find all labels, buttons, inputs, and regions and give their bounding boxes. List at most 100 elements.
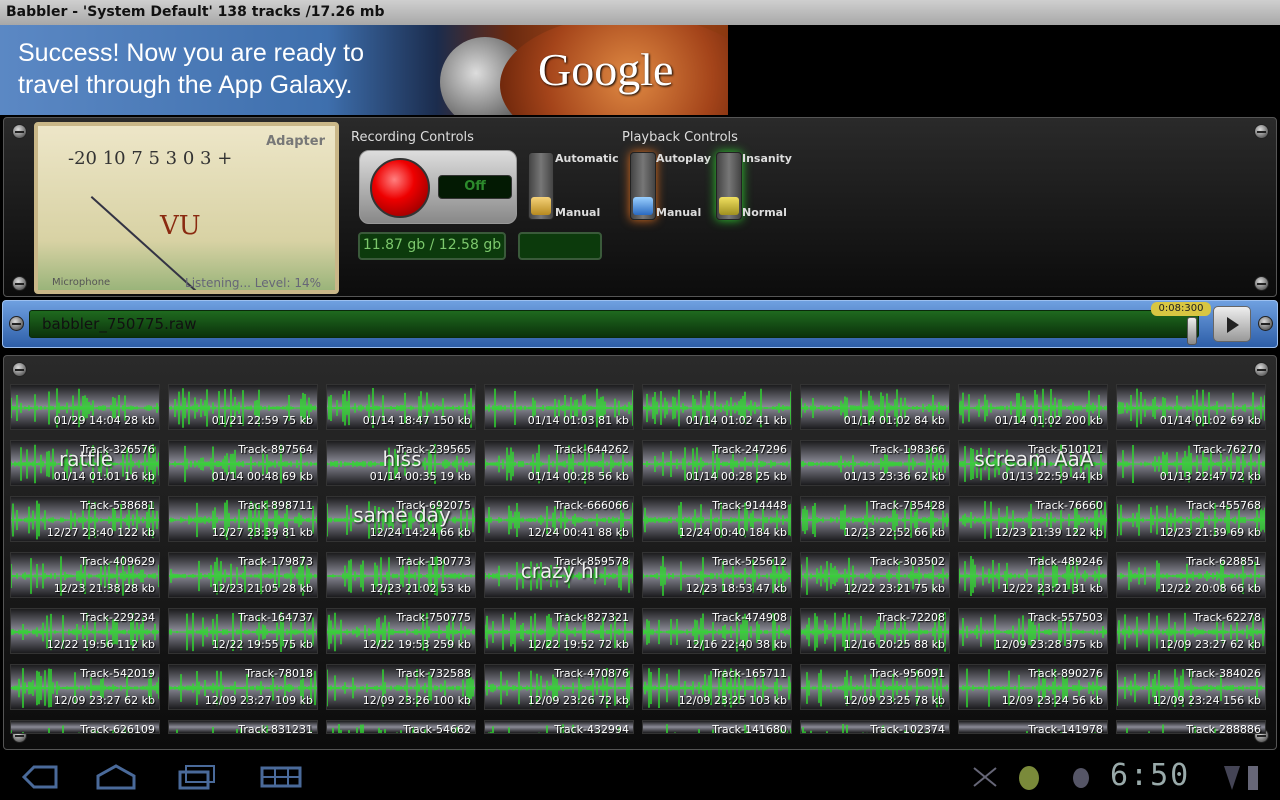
track-tile[interactable]: 01/14 01:02 41 kb (642, 384, 792, 430)
track-tile[interactable]: Track-735428 12/23 22:52 66 kb (800, 496, 950, 542)
track-tile[interactable]: 01/29 14:04 28 kb (10, 384, 160, 430)
track-name: Track-179873 (238, 555, 313, 568)
track-tile[interactable]: Track-474908 12/16 22:40 38 kb (642, 608, 792, 654)
track-name: Track-165711 (712, 667, 787, 680)
track-tile[interactable]: Track-827321 12/22 19:52 72 kb (484, 608, 634, 654)
track-name: Track-130773 (396, 555, 471, 568)
google-logo: Google (538, 44, 674, 95)
automatic-manual-toggle[interactable] (528, 152, 554, 220)
track-meta: 01/14 01:01 16 kb (53, 470, 155, 483)
track-tile[interactable]: Track-914448 12/24 00:40 184 kb (642, 496, 792, 542)
track-tile[interactable]: Track-141680 (642, 720, 792, 734)
track-meta: 01/14 18:47 150 kb (362, 414, 471, 427)
track-tile[interactable]: Track-750775 12/22 19:53 259 kb (326, 608, 476, 654)
track-tile[interactable]: Track-831231 (168, 720, 318, 734)
track-meta: 01/14 00:28 56 kb (527, 470, 629, 483)
toggle-label-manual: Manual (555, 206, 601, 219)
track-meta: 12/23 18:53 47 kb (685, 582, 787, 595)
track-tile[interactable]: Track-164737 12/22 19:55 75 kb (168, 608, 318, 654)
track-tile[interactable]: Track-455768 12/23 21:39 69 kb (1116, 496, 1266, 542)
track-tile[interactable]: Track-247296 01/14 00:28 25 kb (642, 440, 792, 486)
track-tile[interactable]: Track-542019 12/09 23:27 62 kb (10, 664, 160, 710)
track-tile[interactable]: Track-732588 12/09 23:26 100 kb (326, 664, 476, 710)
track-tile[interactable]: Track-141978 (958, 720, 1108, 734)
track-tile[interactable]: Track-644262 01/14 00:28 56 kb (484, 440, 634, 486)
track-meta: 12/09 23:28 375 kb (994, 638, 1103, 651)
ad-banner[interactable]: Success! Now you are ready to travel thr… (0, 25, 728, 115)
track-meta: 12/09 23:27 62 kb (1159, 638, 1261, 651)
track-tile[interactable]: Track-198366 01/13 23:36 62 kb (800, 440, 950, 486)
track-meta: 12/22 20:08 66 kb (1159, 582, 1261, 595)
recent-apps-icon[interactable] (174, 762, 222, 792)
track-grid[interactable]: 01/29 14:04 28 kb 01/21 22:59 75 kb 01/14 … (3, 355, 1277, 750)
track-tile[interactable]: Track-956091 12/09 23:25 78 kb (800, 664, 950, 710)
record-button[interactable] (370, 158, 430, 218)
track-tile[interactable]: Track-179873 12/23 21:05 28 kb (168, 552, 318, 598)
menu-icon[interactable] (258, 762, 306, 792)
screw-icon (1254, 362, 1269, 377)
track-meta: 12/09 23:27 109 kb (204, 694, 313, 707)
track-tile[interactable]: 01/21 22:59 75 kb (168, 384, 318, 430)
track-tile[interactable]: Track-165711 12/09 23:25 103 kb (642, 664, 792, 710)
track-tile[interactable]: Track-409629 12/23 21:38 28 kb (10, 552, 160, 598)
track-tile[interactable]: Track-303502 12/22 23:21 75 kb (800, 552, 950, 598)
track-tile[interactable]: Track-102374 (800, 720, 950, 734)
home-icon[interactable] (92, 762, 140, 792)
insanity-normal-toggle[interactable] (716, 152, 742, 220)
fullscreen-icon[interactable] (968, 762, 1002, 792)
back-icon[interactable] (14, 762, 62, 792)
track-tile[interactable]: Track-326576 01/14 01:01 16 kb rattle (10, 440, 160, 486)
track-meta: 01/13 23:36 62 kb (843, 470, 945, 483)
current-track-filename[interactable]: babbler_750775.raw (29, 310, 1199, 338)
vu-label: VU (160, 211, 201, 241)
track-tile[interactable]: 01/14 01:02 69 kb (1116, 384, 1266, 430)
track-tile[interactable]: Track-239565 01/14 00:35 19 kb hiss (326, 440, 476, 486)
track-meta: 12/09 23:26 100 kb (362, 694, 471, 707)
track-tile[interactable]: Track-62278 12/09 23:27 62 kb (1116, 608, 1266, 654)
track-meta: 12/23 22:52 66 kb (843, 526, 945, 539)
track-tile[interactable]: Track-666066 12/24 00:41 88 kb (484, 496, 634, 542)
track-name: Track-628851 (1186, 555, 1261, 568)
track-tile[interactable]: 01/14 01:02 84 kb (800, 384, 950, 430)
track-label: scream AaA (974, 447, 1094, 471)
track-tile[interactable]: Track-288886 (1116, 720, 1266, 734)
control-panel: -20 10 7 5 3 0 3 + VU Adapter Microphone… (3, 117, 1277, 297)
track-name: Track-384026 (1186, 667, 1261, 680)
track-name: Track-76660 (1035, 499, 1103, 512)
track-tile[interactable]: 01/14 01:02 200 kb (958, 384, 1108, 430)
track-tile[interactable]: 01/14 01:03 81 kb (484, 384, 634, 430)
track-tile[interactable]: Track-859578 crazy hi (484, 552, 634, 598)
track-tile[interactable]: Track-628851 12/22 20:08 66 kb (1116, 552, 1266, 598)
track-tile[interactable]: 01/14 18:47 150 kb (326, 384, 476, 430)
track-tile[interactable]: Track-384026 12/09 23:24 156 kb (1116, 664, 1266, 710)
track-tile[interactable]: Track-692075 12/24 14:24 66 kb same day (326, 496, 476, 542)
track-tile[interactable]: Track-890276 12/09 23:24 56 kb (958, 664, 1108, 710)
seek-slider[interactable] (1187, 317, 1197, 345)
track-tile[interactable]: Track-470876 12/09 23:26 72 kb (484, 664, 634, 710)
track-tile[interactable]: Track-897564 01/14 00:48 69 kb (168, 440, 318, 486)
vu-scale: -20 10 7 5 3 0 3 + (68, 148, 233, 169)
track-tile[interactable]: Track-525612 12/23 18:53 47 kb (642, 552, 792, 598)
track-tile[interactable]: Track-54662 (326, 720, 476, 734)
track-tile[interactable]: Track-489246 12/22 23:21 31 kb (958, 552, 1108, 598)
track-tile[interactable]: Track-898711 12/27 23:39 81 kb (168, 496, 318, 542)
track-tile[interactable]: Track-76660 12/23 21:39 122 kb (958, 496, 1108, 542)
track-tile[interactable]: Track-76270 01/13 22:47 72 kb (1116, 440, 1266, 486)
track-tile[interactable]: Track-229234 12/22 19:56 112 kb (10, 608, 160, 654)
track-tile[interactable]: Track-432994 (484, 720, 634, 734)
track-tile[interactable]: Track-538681 12/27 23:40 122 kb (10, 496, 160, 542)
autoplay-manual-toggle[interactable] (630, 152, 656, 220)
track-name: Track-831231 (238, 723, 313, 734)
player-bar: babbler_750775.raw 0:08:300 (2, 300, 1278, 348)
ad-message-line1: Success! Now you are ready to (18, 39, 364, 67)
track-meta: 12/23 21:39 122 kb (994, 526, 1103, 539)
track-tile[interactable]: Track-557503 12/09 23:28 375 kb (958, 608, 1108, 654)
track-tile[interactable]: Track-72208 12/16 20:25 88 kb (800, 608, 950, 654)
track-tile[interactable]: Track-510121 01/13 22:59 44 kb scream AaA (958, 440, 1108, 486)
track-tile[interactable]: Track-130773 12/23 21:02 53 kb (326, 552, 476, 598)
track-tile[interactable]: Track-626109 (10, 720, 160, 734)
battery-icon (1222, 762, 1262, 792)
play-button[interactable] (1213, 306, 1251, 342)
track-name: Track-542019 (80, 667, 155, 680)
track-tile[interactable]: Track-78018 12/09 23:27 109 kb (168, 664, 318, 710)
